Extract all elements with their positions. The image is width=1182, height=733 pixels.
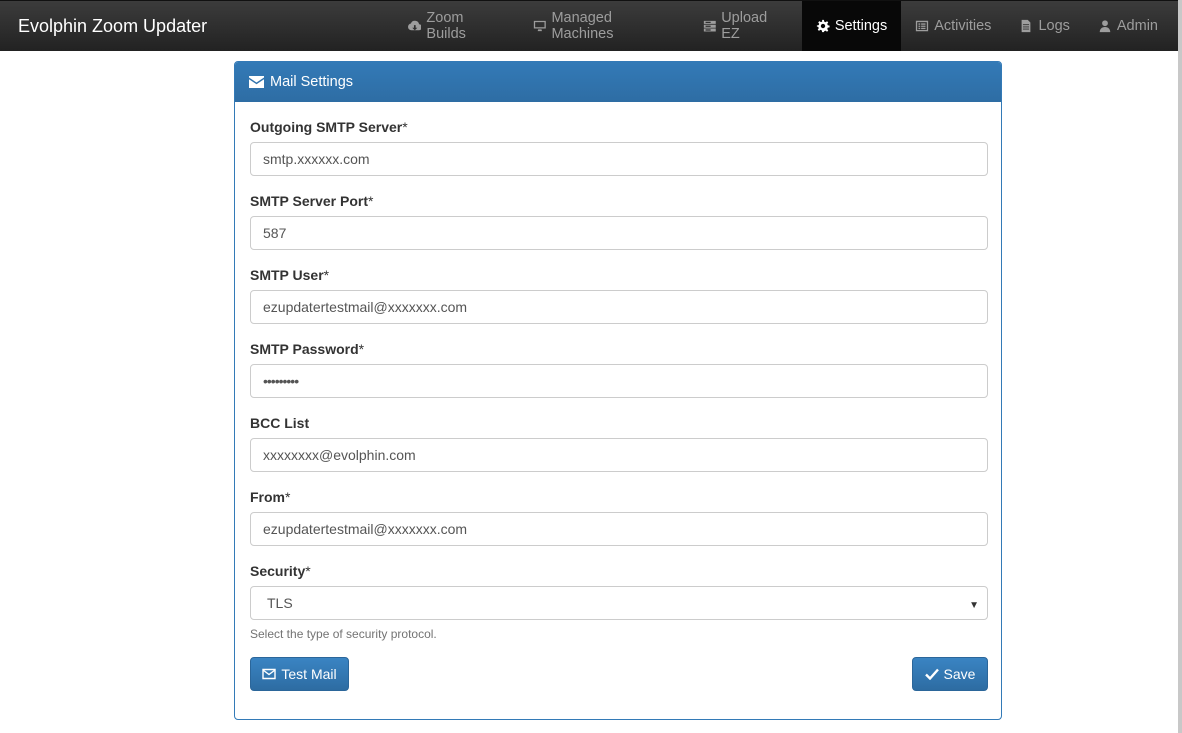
main-nav: Zoom Builds Managed Machines Upload EZ S… [394,1,1178,51]
smtp-user-group: SMTP User* [250,267,988,324]
bcc-list-label: BCC List [250,415,310,431]
nav-zoom-builds[interactable]: Zoom Builds [394,1,519,51]
save-button[interactable]: Save [912,657,988,691]
top-navbar: Evolphin Zoom Updater Zoom Builds Manage… [0,0,1178,51]
security-label: Security* [250,563,311,579]
test-mail-label: Test Mail [281,666,337,682]
envelope-icon [249,76,264,88]
security-help-text: Select the type of security protocol. [250,627,437,641]
smtp-server-input[interactable] [250,142,988,176]
smtp-port-input[interactable] [250,216,988,250]
nav-admin[interactable]: Admin [1084,1,1172,51]
server-icon [703,20,716,32]
panel-heading: Mail Settings [235,62,1001,102]
nav-label: Zoom Builds [426,10,466,42]
scrollbar-thumb[interactable] [1178,0,1182,733]
vertical-scrollbar[interactable] [1178,0,1182,733]
smtp-password-group: SMTP Password* ••••••••• [250,341,988,398]
envelope-outline-icon [262,668,277,680]
nav-label: Upload EZ [721,10,768,42]
nav-activities[interactable]: Activities [901,1,1005,51]
nav-label: Activities [934,18,992,34]
bcc-list-group: BCC List [250,415,988,472]
cloud-download-icon [407,20,422,31]
user-icon [1099,20,1111,33]
smtp-port-group: SMTP Server Port* [250,193,988,250]
gear-icon [816,19,830,33]
smtp-port-label: SMTP Server Port* [250,193,374,209]
nav-label: Admin [1116,18,1158,34]
nav-label: Settings [834,18,888,34]
check-icon [924,668,939,680]
bcc-list-input[interactable] [250,438,988,472]
smtp-user-input[interactable] [250,290,988,324]
security-select[interactable]: TLS ▼ [250,586,988,620]
from-input[interactable] [250,512,988,546]
nav-logs[interactable]: Logs [1005,1,1083,51]
file-icon [1022,19,1031,33]
mail-settings-panel: Mail Settings Outgoing SMTP Server* SMTP… [234,61,1002,720]
nav-settings[interactable]: Settings [801,1,902,51]
smtp-password-label: SMTP Password* [250,341,365,357]
nav-label: Managed Machines [551,10,614,42]
chevron-down-icon: ▼ [969,600,979,611]
smtp-password-input[interactable]: ••••••••• [250,364,988,398]
panel-title: Mail Settings [270,74,354,90]
smtp-user-label: SMTP User* [250,267,330,283]
app-title[interactable]: Evolphin Zoom Updater [0,1,394,51]
test-mail-button[interactable]: Test Mail [250,657,349,691]
save-label: Save [943,666,976,682]
security-group: Security* TLS ▼ [250,563,988,620]
from-label: From* [250,489,291,505]
security-selected-value: TLS [267,595,293,611]
smtp-server-label: Outgoing SMTP Server* [250,119,408,135]
desktop-icon [533,20,546,32]
list-alt-icon [916,20,929,32]
nav-label: Logs [1038,18,1070,34]
nav-upload-ez[interactable]: Upload EZ [689,1,802,51]
from-group: From* [250,489,988,546]
smtp-server-group: Outgoing SMTP Server* [250,119,988,176]
nav-managed-machines[interactable]: Managed Machines [519,1,689,51]
